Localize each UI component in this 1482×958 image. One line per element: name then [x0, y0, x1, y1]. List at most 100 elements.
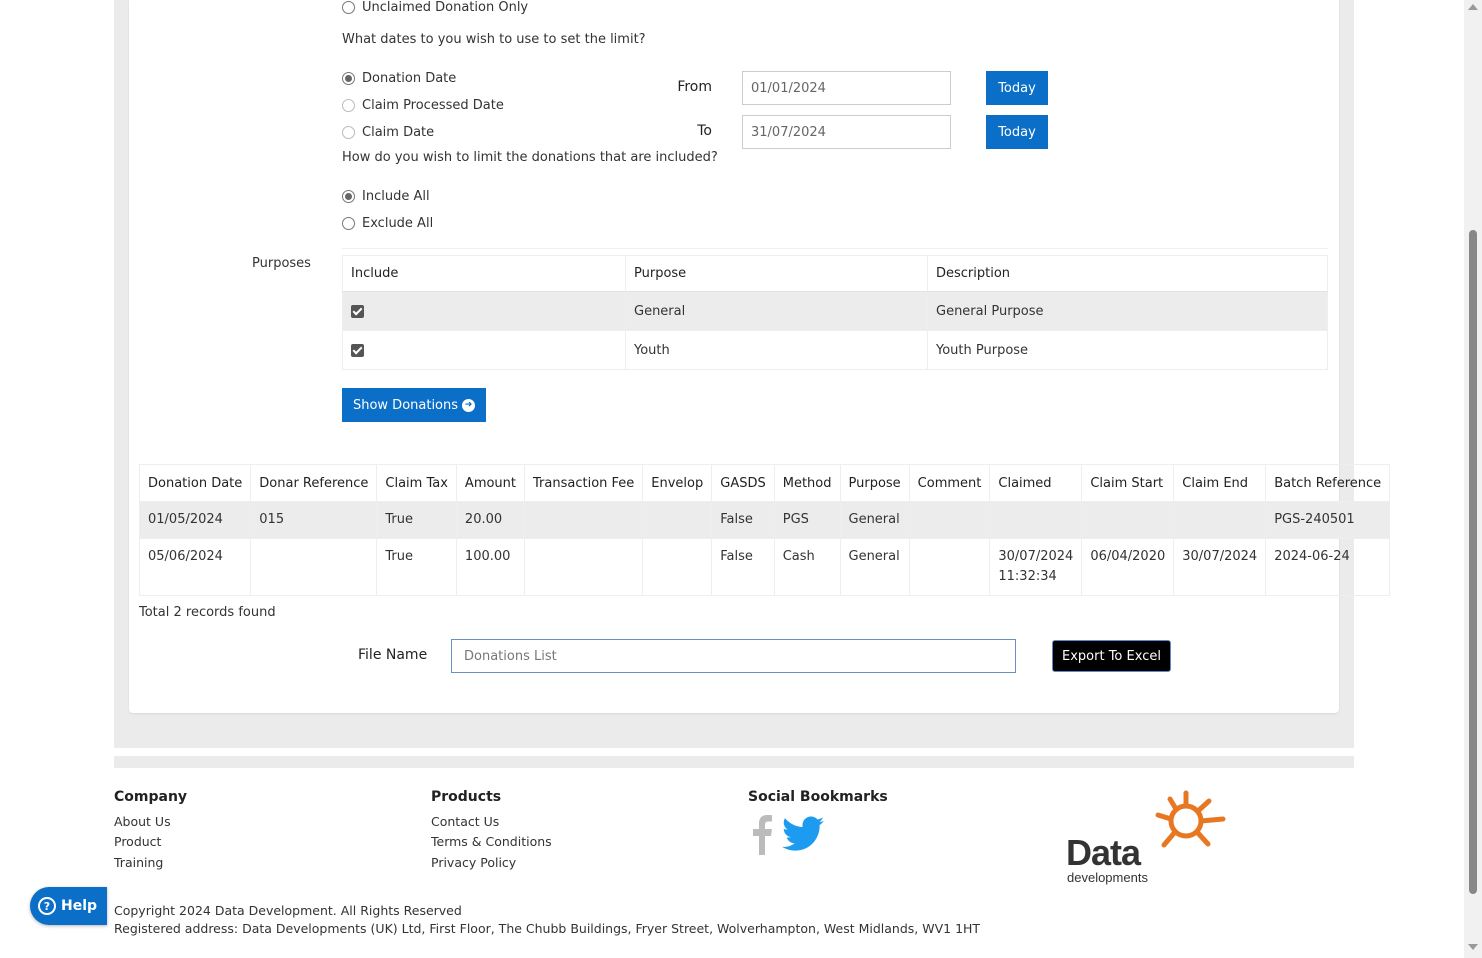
company-heading: Company: [114, 789, 188, 805]
footer-link-contact-us[interactable]: Contact Us: [431, 814, 499, 829]
limit-question: How do you wish to limit the donations t…: [342, 150, 718, 165]
column-header: Claimed: [989, 464, 1083, 502]
radio-exclude-all[interactable]: Exclude All: [342, 214, 433, 232]
copyright-text: Copyright 2024 Data Development. All Rig…: [114, 903, 462, 918]
table-cell: False: [711, 501, 775, 539]
show-donations-button[interactable]: Show Donations ➜: [342, 388, 486, 422]
help-button[interactable]: ? Help: [30, 887, 107, 925]
table-cell: PGS: [773, 501, 841, 539]
radio-donation-date[interactable]: Donation Date: [342, 69, 456, 87]
column-header: Donar Reference: [250, 464, 378, 502]
footer-link-terms[interactable]: Terms & Conditions: [431, 834, 552, 849]
table-row: 01/05/2024 015 True 20.00 False PGS Gene…: [138, 501, 1391, 539]
from-date-input[interactable]: 01/01/2024: [742, 71, 951, 105]
table-cell: [524, 501, 644, 539]
column-header: Batch Reference: [1265, 464, 1391, 502]
table-cell: [250, 538, 378, 596]
social-heading: Social Bookmarks: [748, 789, 888, 805]
dates-question: What dates to you wish to use to set the…: [342, 32, 646, 47]
column-header: Claim End: [1173, 464, 1267, 502]
column-header: Amount: [455, 464, 526, 502]
twitter-icon[interactable]: [782, 816, 824, 852]
facebook-icon[interactable]: [750, 813, 774, 855]
donations-table: Donation Date Donar Reference Claim Tax …: [138, 464, 1391, 596]
table-cell: True: [376, 501, 457, 539]
table-cell: 30/07/2024: [1173, 538, 1267, 596]
radio-circle: [342, 189, 355, 203]
column-header: GASDS: [711, 464, 775, 502]
logo-text: Data: [1066, 832, 1141, 873]
table-cell: 06/04/2020: [1081, 538, 1175, 596]
purposes-label: Purposes: [252, 256, 311, 271]
radio-claim-processed-date[interactable]: Claim Processed Date: [342, 96, 504, 114]
from-today-button[interactable]: Today: [986, 71, 1048, 105]
table-cell: PGS-240501: [1265, 501, 1391, 539]
logo-subtext: developments: [1067, 870, 1148, 885]
footer-link-privacy[interactable]: Privacy Policy: [431, 855, 516, 870]
radio-circle: [342, 216, 355, 230]
radio-unclaimed-only[interactable]: Unclaimed Donation Only: [342, 0, 528, 16]
include-checkbox[interactable]: [351, 343, 364, 357]
table-cell: Cash: [773, 538, 841, 596]
table-header-row: Donation Date Donar Reference Claim Tax …: [138, 464, 1391, 502]
data-developments-logo: Data developments: [1066, 789, 1232, 889]
column-header: Envelop: [642, 464, 713, 502]
include-checkbox[interactable]: [351, 304, 364, 318]
radio-circle: [342, 98, 355, 112]
column-header: Purpose: [839, 464, 910, 502]
file-name-input[interactable]: Donations List: [451, 639, 1016, 673]
table-cell: General: [839, 501, 910, 539]
table-cell: [1173, 501, 1267, 539]
table-cell: [642, 538, 713, 596]
arrow-circle-right-icon: ➜: [462, 398, 476, 412]
sun-logo-icon: [1155, 790, 1226, 848]
table-cell: [1081, 501, 1175, 539]
radio-include-all[interactable]: Include All: [342, 187, 430, 205]
to-today-button[interactable]: Today: [986, 115, 1048, 149]
radio-circle: [342, 71, 355, 85]
radio-label: Exclude All: [362, 215, 434, 231]
table-row: General General Purpose: [342, 291, 1328, 331]
table-cell: 015: [250, 501, 378, 539]
file-name-label: File Name: [358, 647, 428, 663]
purpose-cell: Youth: [625, 330, 928, 370]
column-header: Donation Date: [138, 464, 252, 502]
scroll-up-icon[interactable]: [1468, 4, 1478, 10]
to-date-input[interactable]: 31/07/2024: [742, 115, 951, 149]
table-cell: 20.00: [455, 501, 526, 539]
purpose-cell: General: [625, 291, 928, 331]
scrollbar[interactable]: [1464, 0, 1482, 958]
column-header: Include: [342, 255, 626, 292]
radio-circle: [342, 125, 355, 139]
column-header: Purpose: [625, 255, 928, 292]
to-label: To: [697, 123, 712, 139]
scroll-down-icon[interactable]: [1468, 944, 1478, 950]
radio-label: Claim Date: [362, 124, 435, 140]
include-cell: [342, 291, 626, 331]
show-donations-label: Show Donations: [352, 397, 459, 413]
radio-claim-date[interactable]: Claim Date: [342, 123, 434, 141]
table-cell: [989, 501, 1083, 539]
total-records: Total 2 records found: [139, 605, 276, 620]
table-row: 05/06/2024 True 100.00 False Cash Genera…: [138, 538, 1391, 596]
table-cell: [908, 501, 991, 539]
column-header: Claim Tax: [376, 464, 457, 502]
table-cell: 100.00: [455, 538, 526, 596]
table-cell: [908, 538, 991, 596]
table-cell: General: [839, 538, 910, 596]
from-label: From: [677, 79, 712, 95]
column-header: Comment: [908, 464, 991, 502]
radio-circle: [342, 0, 355, 14]
export-to-excel-button[interactable]: Export To Excel: [1052, 640, 1171, 672]
table-cell: [524, 538, 644, 596]
column-header: Claim Start: [1081, 464, 1175, 502]
products-heading: Products: [431, 789, 502, 805]
divider: [342, 248, 1328, 249]
table-cell: False: [711, 538, 775, 596]
footer-link-about-us[interactable]: About Us: [114, 814, 171, 829]
scroll-thumb[interactable]: [1469, 230, 1477, 894]
radio-label: Include All: [362, 188, 430, 204]
footer-link-training[interactable]: Training: [114, 855, 163, 870]
footer-link-product[interactable]: Product: [114, 834, 161, 849]
table-cell: True: [376, 538, 457, 596]
